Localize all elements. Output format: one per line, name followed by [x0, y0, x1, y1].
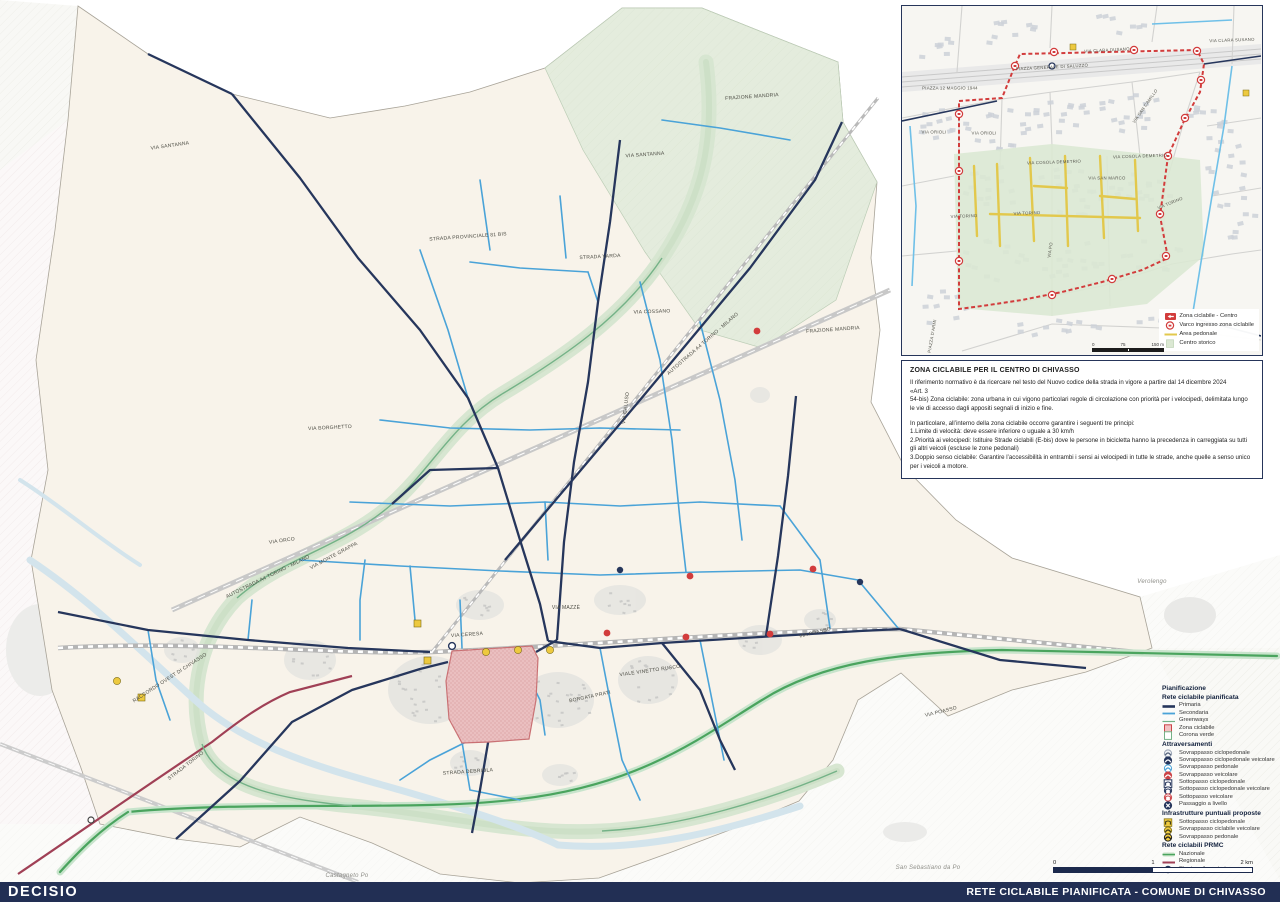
- inset-legend-label: Zona ciclabile - Centro: [1179, 314, 1237, 320]
- legend-item: Greenways: [1162, 717, 1278, 724]
- scale-max: 2 km: [1240, 860, 1253, 866]
- legend-item: Sovrappasso pedonale: [1162, 834, 1278, 841]
- varco-icon: [1163, 321, 1179, 330]
- text-line: 1.Limite di velocità: deve essere inferi…: [910, 428, 1254, 437]
- legend-header: Infrastrutture puntuali proposte: [1162, 811, 1278, 818]
- inset-legend-item: Varco ingresso zona ciclabile: [1163, 321, 1254, 330]
- scale-0: 0: [1053, 860, 1056, 866]
- scalebar: 0 1 2 km: [1053, 860, 1253, 873]
- legend-item: Sovrappasso pedonale: [1162, 765, 1278, 772]
- legend-item: Passaggio a livello: [1162, 801, 1278, 808]
- inset-scale-0: 0: [1092, 342, 1095, 347]
- zona-centro-icon: [1163, 312, 1179, 321]
- inset-legend-item: Zona ciclabile - Centro: [1163, 312, 1254, 321]
- legend-header: Pianificazione: [1162, 686, 1278, 693]
- legend-item: Primaria: [1162, 703, 1278, 710]
- map-legend: Pianificazione Rete ciclabile pianificata…: [1162, 684, 1278, 873]
- passaggio-icon: [1162, 801, 1179, 810]
- legend-label: Sottopasso ciclopedonale: [1179, 820, 1245, 826]
- legend-item: Corona verde: [1162, 732, 1278, 739]
- text-line: In particolare, all’interno della zona c…: [910, 420, 1254, 429]
- inset-map-centre: VIA CLARA DUSANOVIA CLARA SUSANOPIAZZA G…: [901, 5, 1263, 356]
- normative-text-panel: ZONA CICLABILE PER IL CENTRO DI CHIVASSO…: [901, 360, 1263, 479]
- inset-legend-label: Area pedonale: [1179, 332, 1217, 338]
- text-line: 3.Doppio senso ciclabile: Garantire l’ac…: [910, 454, 1254, 471]
- legend-label: Primaria: [1179, 703, 1201, 709]
- inset-legend-label: Varco ingresso zona ciclabile: [1179, 323, 1254, 329]
- legend-label: Passaggio a livello: [1179, 802, 1227, 808]
- inset-scale-max: 150 m: [1151, 342, 1164, 347]
- inset-legend-label: Centro storico: [1179, 341, 1215, 347]
- legend-label: Nazionale: [1179, 852, 1205, 858]
- footer-bar: DECISIO RETE CICLABILE PIANIFICATA - COM…: [0, 882, 1280, 902]
- legend-item: Sovrappasso ciclabile veicolare: [1162, 826, 1278, 833]
- legend-label: Sottopasso ciclopedonale veicolare: [1179, 787, 1270, 793]
- legend-label: Sovrappasso ciclabile veicolare: [1179, 827, 1260, 833]
- legend-label: Sottopasso veicolare: [1179, 795, 1233, 801]
- area-pedonale-icon: [1163, 330, 1179, 339]
- inset-scale-mid: 75: [1120, 342, 1125, 347]
- zona-ciclabile-area: [446, 646, 538, 743]
- swatch-corona-icon: [1162, 731, 1179, 740]
- scale-mid: 1: [1151, 860, 1154, 866]
- inset-station-icon: [1049, 63, 1055, 69]
- legend-header: Rete ciclabile pianificata: [1162, 695, 1278, 702]
- prop-sovra-ped-icon: [1162, 833, 1179, 842]
- text-panel-body: Il riferimento normativo è da ricercare …: [910, 379, 1254, 471]
- text-line: 54-bis) Zona ciclabile: zona urbana in c…: [910, 396, 1254, 413]
- legend-header: Attraversamenti: [1162, 742, 1278, 749]
- legend-label: Corona verde: [1179, 733, 1214, 739]
- legend-label: Sottopasso ciclopedonale: [1179, 780, 1245, 786]
- inset-legend-item: Centro storico: [1163, 339, 1254, 348]
- inset-legend-item: Area pedonale: [1163, 330, 1254, 339]
- legend-label: Sovrappasso pedonale: [1179, 765, 1238, 771]
- legend-label: Sovrappasso ciclopedonale: [1179, 751, 1250, 757]
- centro-storico-icon: [1163, 339, 1179, 348]
- plan-sheet: VIA SANTANNAVIA SANTANNAFRAZIONE MANDRIA…: [0, 0, 1280, 902]
- legend-item: Sottopasso ciclopedonale veicolare: [1162, 787, 1278, 794]
- legend-label: Sovrappasso ciclopedonale veicolare: [1179, 758, 1275, 764]
- decisio-logo: DECISIO: [0, 884, 78, 900]
- inset-scalebar: 0 75 150 m: [1092, 342, 1164, 353]
- legend-label: Sovrappasso pedonale: [1179, 835, 1238, 841]
- legend-label: Greenways: [1179, 718, 1208, 724]
- legend-label: Secondaria: [1179, 711, 1208, 717]
- inset-legend: Zona ciclabile - Centro Varco ingresso zo…: [1159, 309, 1259, 351]
- text-line: «Art. 3: [910, 388, 1254, 397]
- sheet-title: RETE CICLABILE PIANIFICATA - COMUNE DI C…: [966, 886, 1280, 898]
- inset-map-svg: [902, 6, 1261, 354]
- text-line: Il riferimento normativo è da ricercare …: [910, 379, 1254, 388]
- text-line: 2.Priorità ai velocipedi: Istituire Stra…: [910, 437, 1254, 454]
- legend-label: Sovrappasso veicolare: [1179, 773, 1238, 779]
- legend-label: Zona ciclabile: [1179, 726, 1214, 732]
- text-panel-title: ZONA CICLABILE PER IL CENTRO DI CHIVASSO: [910, 367, 1254, 374]
- legend-header: Rete ciclabili PRMC: [1162, 843, 1278, 850]
